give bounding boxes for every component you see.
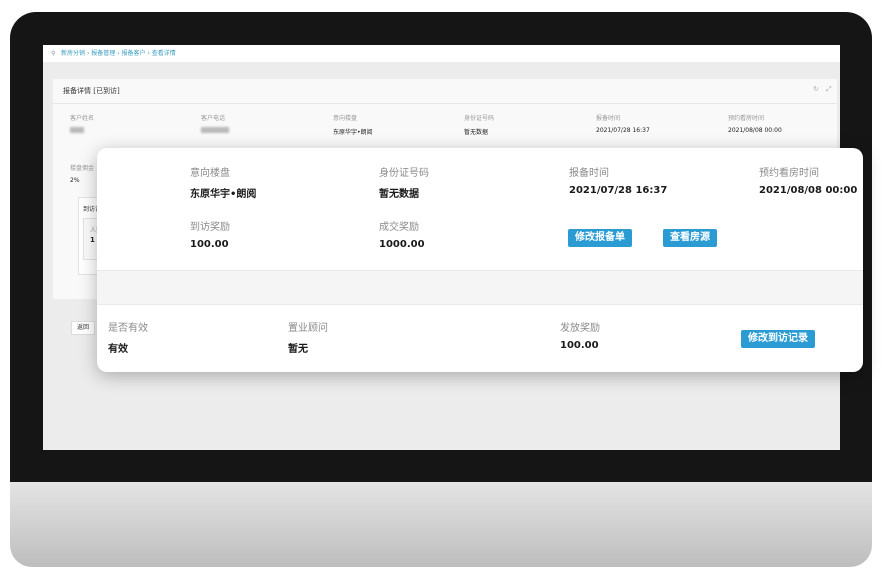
customer-phone-field: 客户电话 [201, 113, 229, 135]
field-value: 有效 [108, 344, 128, 355]
field-value: 2% [70, 177, 80, 184]
breadcrumb-item[interactable]: 报备客户 [122, 50, 146, 57]
monitor-chin [10, 482, 872, 567]
field-label: 身份证号码 [464, 115, 495, 122]
zoomed-detail-card: 意向楼盘 东原华宇•朗阅 身份证号码 暂无数据 报备时间 2021/07/28 … [97, 148, 863, 372]
breadcrumb-item[interactable]: 新房分销 [61, 50, 85, 57]
field-label: 身份证号码 [379, 168, 429, 179]
breadcrumb-trail: 新房分销 › 报备管理 › 报备客户 › 查看详情 [61, 45, 176, 62]
breadcrumb-item[interactable]: 报备管理 [91, 50, 115, 57]
breadcrumb-item: 查看详情 [151, 50, 176, 57]
view-house-button[interactable]: 查看房源 [663, 229, 717, 247]
field-label: 客户姓名 [70, 115, 95, 122]
visit-time-field: 预约看房时间 2021/08/08 00:00 [728, 113, 782, 134]
field-value-blurred [201, 127, 229, 135]
field-label: 报备时间 [569, 168, 609, 179]
field-value: 东原华宇•朗阅 [333, 129, 373, 136]
field-value: 东原华宇•朗阅 [190, 189, 257, 200]
field-value: 2021/08/08 00:00 [759, 185, 858, 196]
property-field: 意向楼盘 东原华宇•朗阅 [333, 113, 373, 136]
field-value: 1000.00 [379, 239, 425, 250]
card-consultant-field: 置业顾问 暂无 [288, 319, 328, 355]
field-label: 楼盘佣金 [70, 165, 95, 172]
field-label: 是否有效 [108, 323, 148, 334]
edit-visit-record-button[interactable]: 修改到访记录 [741, 330, 815, 348]
field-value: 2021/08/08 00:00 [728, 127, 782, 134]
field-label: 意向楼盘 [333, 115, 358, 122]
field-value: 100.00 [560, 340, 599, 351]
edit-report-button[interactable]: 修改报备单 [568, 229, 632, 247]
fullscreen-icon[interactable]: ⤢ [826, 85, 832, 94]
card-id-number-field: 身份证号码 暂无数据 [379, 164, 429, 200]
breadcrumb-separator: › [147, 50, 150, 57]
field-value: 2021/07/28 16:37 [569, 185, 668, 196]
field-value: 暂无 [288, 344, 308, 355]
field-value: 100.00 [190, 239, 229, 250]
field-label: 成交奖励 [379, 222, 419, 233]
field-label: 到访奖励 [190, 222, 230, 233]
card-visit-reward-field: 到访奖励 100.00 [190, 218, 230, 250]
breadcrumb-separator: › [86, 50, 90, 57]
report-time-field: 报备时间 2021/07/28 16:37 [596, 113, 650, 134]
field-label: 意向楼盘 [190, 168, 230, 179]
field-value: 2021/07/28 16:37 [596, 127, 650, 134]
field-label: 预约看房时间 [759, 168, 819, 179]
visit-count-value: 1 [90, 236, 95, 244]
field-label: 客户电话 [201, 115, 226, 122]
field-label: 置业顾问 [288, 323, 328, 334]
location-pin-icon: ⚲ [51, 50, 56, 57]
id-number-field: 身份证号码 暂无数据 [464, 113, 494, 136]
card-property-field: 意向楼盘 东原华宇•朗阅 [190, 164, 256, 200]
field-value: 暂无数据 [379, 189, 419, 200]
detail-header: 报备详情 [已到访] ↻ ⤢ [53, 79, 837, 104]
card-visit-time-field: 预约看房时间 2021/08/08 00:00 [759, 164, 857, 196]
detail-title: 报备详情 [已到访] [63, 87, 120, 95]
field-label: 预约看房时间 [728, 115, 765, 122]
customer-name-field: 客户姓名 [70, 113, 94, 135]
breadcrumb: ⚲ 新房分销 › 报备管理 › 报备客户 › 查看详情 [43, 45, 840, 62]
field-value: 暂无数据 [464, 129, 489, 136]
back-button[interactable]: 返回 [71, 321, 95, 335]
section-divider [97, 270, 863, 305]
card-report-time-field: 报备时间 2021/07/28 16:37 [569, 164, 667, 196]
breadcrumb-separator: › [117, 50, 120, 57]
refresh-icon[interactable]: ↻ [813, 85, 819, 93]
card-issued-reward-field: 发放奖励 100.00 [560, 319, 600, 351]
card-valid-field: 是否有效 有效 [108, 319, 148, 355]
field-label: 报备时间 [596, 115, 621, 122]
card-deal-reward-field: 成交奖励 1000.00 [379, 218, 425, 250]
commission-field: 楼盘佣金 2% [70, 163, 94, 184]
field-value-blurred [70, 127, 94, 135]
field-label: 发放奖励 [560, 323, 600, 334]
